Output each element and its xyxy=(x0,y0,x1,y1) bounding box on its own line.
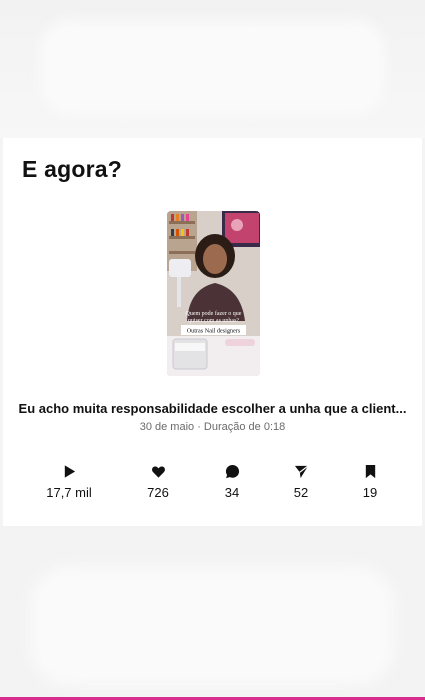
stat-plays-value: 17,7 mil xyxy=(46,485,92,500)
stat-saves: 19 xyxy=(335,464,405,500)
stat-plays: 17,7 mil xyxy=(34,464,104,500)
stat-shares: 52 xyxy=(266,464,336,500)
stat-likes-value: 726 xyxy=(147,485,169,500)
share-icon xyxy=(266,464,336,482)
thumbnail-caption-line-1: Quem pode fazer o que xyxy=(186,310,242,317)
page-title: E agora? xyxy=(22,156,123,182)
stat-shares-value: 52 xyxy=(293,485,309,500)
blurred-background-bottom xyxy=(0,526,425,700)
post-stats-row: 17,7 mil 726 34 52 19 xyxy=(3,464,422,504)
thumbnail-tag: Outras Nail designers xyxy=(187,328,241,335)
stat-comments: 34 xyxy=(197,464,267,500)
play-icon xyxy=(34,464,104,482)
post-thumbnail[interactable]: Quem pode fazer o que quiser com as unha… xyxy=(167,211,260,376)
heart-icon xyxy=(123,464,193,482)
post-insights-card: E agora? Quem pode fazer o que quiser co… xyxy=(3,138,422,526)
stat-comments-value: 34 xyxy=(224,485,240,500)
thumbnail-image: Quem pode fazer o que quiser com as unha… xyxy=(167,211,260,376)
post-caption[interactable]: Eu acho muita responsabilidade escolher … xyxy=(3,401,422,416)
bookmark-icon xyxy=(335,464,405,482)
comment-icon xyxy=(197,464,267,482)
stat-likes: 726 xyxy=(123,464,193,500)
blurred-background-top xyxy=(0,0,425,138)
stat-saves-value: 19 xyxy=(362,485,378,500)
post-date-duration: 30 de maio · Duração de 0:18 xyxy=(139,421,286,433)
thumbnail-caption-line-2: quiser com as unhas? xyxy=(188,318,239,324)
